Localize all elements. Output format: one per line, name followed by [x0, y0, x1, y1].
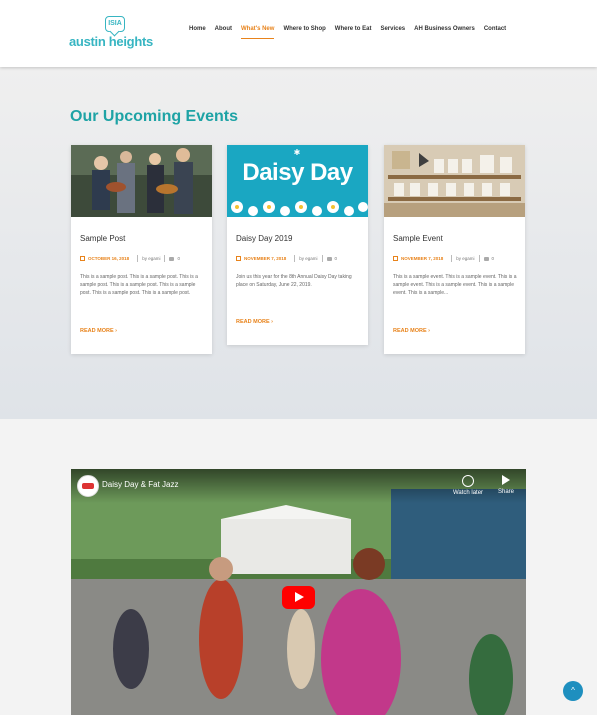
- nav-contact[interactable]: Contact: [484, 25, 506, 39]
- svg-text:✱: ✱: [294, 148, 301, 157]
- divider: [294, 255, 296, 262]
- comment-icon: [326, 256, 332, 261]
- read-more-link[interactable]: READ MORE ›: [393, 328, 430, 334]
- event-title[interactable]: Daisy Day 2019: [236, 234, 292, 243]
- scroll-to-top-button[interactable]: ^: [563, 681, 583, 701]
- comment-icon: [483, 256, 489, 261]
- watch-later-button[interactable]: Watch later: [451, 475, 485, 496]
- clock-icon: [462, 475, 474, 487]
- event-card-sample-post[interactable]: Sample Post OCTOBER 16, 2018 by egami 0 …: [71, 145, 212, 354]
- nav-services[interactable]: Services: [380, 25, 405, 39]
- share-label: Share: [497, 489, 514, 495]
- event-image-daisy-day[interactable]: ✱ Daisy Day: [227, 145, 368, 217]
- nav-where-to-shop[interactable]: Where to Shop: [283, 25, 325, 39]
- calendar-icon: [393, 256, 398, 261]
- play-button[interactable]: [282, 586, 315, 609]
- logo-bubble: ISIA: [105, 16, 125, 32]
- nav-ah-business-owners[interactable]: AH Business Owners: [414, 25, 475, 39]
- nav-home[interactable]: Home: [189, 25, 206, 39]
- youtube-video-embed[interactable]: Daisy Day & Fat Jazz Watch later Share: [71, 469, 526, 715]
- event-meta: NOVEMBER 7, 2018 by egami 0: [393, 255, 494, 262]
- read-more-link[interactable]: READ MORE ›: [80, 328, 117, 334]
- event-excerpt: Join us this year for the 8th Annual Dai…: [236, 274, 352, 288]
- divider: [451, 255, 453, 262]
- site-header: ISIA austin heights Home About What's Ne…: [0, 0, 597, 67]
- comment-count[interactable]: 0: [177, 256, 180, 261]
- event-date: OCTOBER 16, 2018: [88, 256, 130, 261]
- daisy-day-image-text: Daisy Day: [242, 159, 353, 186]
- video-title[interactable]: Daisy Day & Fat Jazz: [102, 480, 178, 489]
- calendar-icon: [236, 256, 241, 261]
- event-meta: OCTOBER 16, 2018 by egami 0: [80, 255, 180, 262]
- event-author[interactable]: by egami: [299, 256, 317, 261]
- divider: [321, 255, 323, 262]
- main-nav: Home About What's New Where to Shop Wher…: [189, 25, 515, 39]
- logo-text: austin heights: [69, 34, 153, 49]
- event-image-musicians[interactable]: [71, 145, 212, 217]
- comment-icon: [169, 256, 175, 261]
- nav-where-to-eat[interactable]: Where to Eat: [335, 25, 372, 39]
- comment-count[interactable]: 0: [492, 256, 495, 261]
- nav-about[interactable]: About: [215, 25, 232, 39]
- share-icon: [502, 475, 510, 485]
- calendar-icon: [80, 256, 85, 261]
- events-title: Our Upcoming Events: [70, 108, 239, 125]
- event-title[interactable]: Sample Post: [80, 234, 125, 243]
- comment-count[interactable]: 0: [335, 256, 338, 261]
- nav-whats-new[interactable]: What's New: [241, 25, 275, 39]
- site-logo[interactable]: ISIA austin heights: [69, 16, 153, 52]
- channel-logo-icon[interactable]: [77, 475, 99, 497]
- divider: [478, 255, 480, 262]
- event-excerpt: This is a sample post. This is a sample …: [80, 274, 198, 296]
- event-author[interactable]: by egami: [456, 256, 474, 261]
- event-title[interactable]: Sample Event: [393, 234, 443, 243]
- event-date: NOVEMBER 7, 2018: [244, 256, 287, 261]
- event-meta: NOVEMBER 7, 2018 by egami 0: [236, 255, 337, 262]
- event-excerpt: This is a sample event. This is a sample…: [393, 274, 517, 296]
- divider: [137, 255, 139, 262]
- event-date: NOVEMBER 7, 2018: [401, 256, 444, 261]
- share-button[interactable]: Share: [489, 475, 523, 495]
- watch-later-label: Watch later: [452, 490, 484, 496]
- event-card-sample-event[interactable]: Sample Event NOVEMBER 7, 2018 by egami 0…: [384, 145, 525, 354]
- read-more-link[interactable]: READ MORE ›: [236, 319, 273, 325]
- divider: [164, 255, 166, 262]
- event-card-daisy-day[interactable]: ✱ Daisy Day Daisy Day 2019 NOVEMBER 7, 2…: [227, 145, 368, 345]
- event-author[interactable]: by egami: [142, 256, 160, 261]
- event-image-shop-shelves[interactable]: [384, 145, 525, 217]
